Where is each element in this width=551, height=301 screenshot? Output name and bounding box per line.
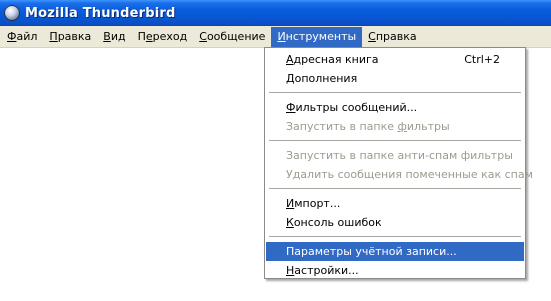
menu-view[interactable]: Вид bbox=[97, 27, 131, 47]
menu-help[interactable]: Справка bbox=[362, 27, 422, 47]
menu-item-account-settings[interactable]: Параметры учётной записи... bbox=[266, 242, 524, 261]
menu-tools[interactable]: Инструменты bbox=[271, 26, 363, 47]
menu-item-run-junk-filters: Запустить в папке анти-спам фильтры bbox=[286, 149, 513, 162]
menu-item-addons[interactable]: Дополнения bbox=[266, 69, 524, 88]
window-title: Mozilla Thunderbird bbox=[25, 5, 176, 21]
menu-item-address-book[interactable]: Адресная книга Ctrl+2 bbox=[266, 50, 524, 69]
thunderbird-app-icon[interactable] bbox=[4, 5, 20, 21]
menu-separator bbox=[269, 140, 521, 142]
menu-separator bbox=[269, 92, 521, 94]
menu-file[interactable]: Файл bbox=[0, 27, 43, 47]
menu-item-options[interactable]: Настройки... bbox=[266, 261, 524, 280]
title-bar: Mozilla Thunderbird bbox=[0, 0, 551, 26]
menu-edit[interactable]: Правка bbox=[43, 27, 97, 47]
menu-item-delete-junk: Удалить сообщения помеченные как спам bbox=[286, 168, 533, 181]
tools-dropdown-menu: Адресная книга Ctrl+2 Дополнения Фильтры… bbox=[264, 47, 533, 280]
menu-item-message-filters[interactable]: Фильтры сообщений... bbox=[266, 98, 524, 117]
menu-item-import[interactable]: Импорт... bbox=[266, 194, 524, 213]
shortcut-label: Ctrl+2 bbox=[464, 53, 500, 66]
menu-message[interactable]: Сообщение bbox=[193, 27, 271, 47]
menu-bar: Файл Правка Вид Переход Сообщение Инстру… bbox=[0, 26, 551, 48]
menu-separator bbox=[269, 188, 521, 190]
menu-separator bbox=[269, 236, 521, 238]
menu-item-run-filters: Запустить в папке фильтры bbox=[286, 120, 450, 133]
menu-go[interactable]: Переход bbox=[132, 27, 194, 47]
menu-item-error-console[interactable]: Консоль ошибок bbox=[266, 213, 524, 232]
